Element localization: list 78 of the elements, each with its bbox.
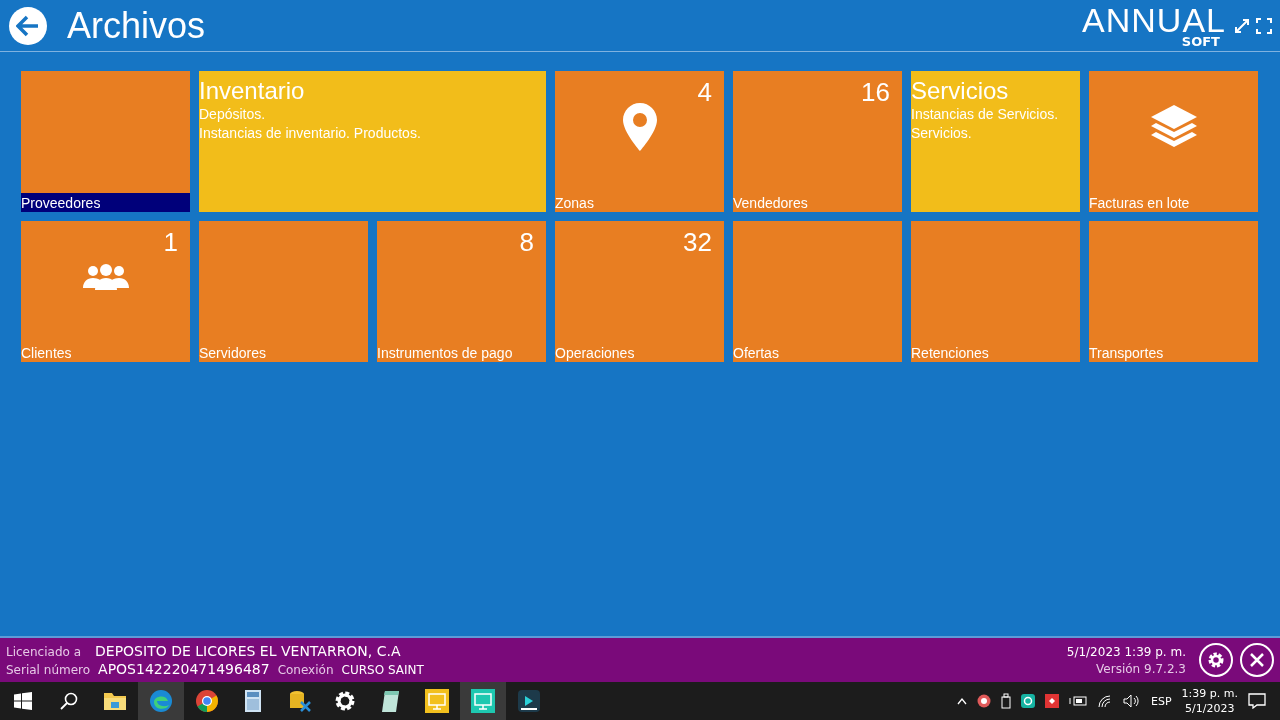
tile-title: Servicios	[911, 77, 1010, 105]
menu-tile[interactable]: Proveedores	[21, 71, 190, 212]
settings-button[interactable]	[1199, 643, 1233, 677]
chrome-browser-icon[interactable]	[196, 690, 218, 712]
licensed-label: Licenciado a	[6, 645, 82, 659]
tile-label: Instrumentos de pago	[377, 344, 514, 362]
back-button[interactable]	[9, 6, 47, 45]
page-title: Archivos	[67, 4, 206, 47]
taskbar-time[interactable]: 1:39 p. m.	[1181, 687, 1238, 700]
database-tools-icon[interactable]	[290, 691, 312, 713]
tile-label: Zonas	[555, 194, 595, 212]
tile-label: Clientes	[21, 344, 73, 362]
tile-label: Facturas en lote	[1089, 194, 1191, 212]
tile-label: Vendedores	[733, 194, 809, 212]
serial-number: APOS142220471496487	[98, 661, 270, 677]
tile-description: Servicios.	[911, 124, 973, 143]
tile-description: Depósitos.	[199, 105, 267, 124]
tile-count: 8	[519, 227, 534, 258]
version: Versión 9.7.2.3	[1096, 661, 1186, 676]
tile-label: Ofertas	[733, 344, 780, 362]
datetime: 5/1/2023 1:39 p. m.	[1066, 644, 1186, 659]
connection-name: CURSO SAINT	[341, 663, 424, 677]
usb-drive-icon[interactable]	[1001, 693, 1012, 709]
notepad-icon[interactable]	[382, 691, 399, 712]
menu-tile[interactable]: Facturas en lote	[1089, 71, 1258, 212]
fullscreen-icon[interactable]	[1256, 17, 1272, 34]
calculator-icon[interactable]	[245, 690, 261, 712]
language-indicator[interactable]: ESP	[1151, 694, 1172, 708]
back-arrow-icon	[16, 14, 40, 37]
tile-label: Transportes	[1089, 344, 1165, 362]
close-icon	[1249, 652, 1265, 668]
info-tile[interactable]: Servicios Instancias de Servicios. Servicios.	[911, 71, 1080, 212]
menu-tile[interactable]: 16 Vendedores	[733, 71, 902, 212]
serial-label: Serial número	[6, 663, 91, 677]
settings-icon[interactable]	[335, 691, 355, 711]
search-icon[interactable]	[60, 692, 78, 710]
location-pin-icon	[622, 103, 657, 151]
users-icon	[82, 264, 129, 290]
chevron-up-icon[interactable]	[957, 697, 968, 705]
info-tile[interactable]: Inventario Depósitos. Instancias de inventario. Productos.	[199, 71, 546, 212]
menu-tile[interactable]: 4 Zonas	[555, 71, 724, 212]
layers-icon	[1150, 105, 1197, 149]
menu-tile[interactable]: 32 Operaciones	[555, 221, 724, 362]
settings-icon	[1207, 651, 1225, 669]
menu-tile[interactable]: Retenciones	[911, 221, 1080, 362]
menu-tile[interactable]: 8 Instrumentos de pago	[377, 221, 546, 362]
tile-label: Proveedores	[21, 193, 190, 212]
resize-icon[interactable]	[1234, 17, 1250, 34]
connection-label: Conexión	[277, 663, 334, 677]
app-tray-icon[interactable]	[1045, 694, 1060, 708]
menu-tile[interactable]: Servidores	[199, 221, 368, 362]
tile-count: 1	[163, 227, 178, 258]
folder-icon[interactable]	[104, 693, 126, 710]
tile-count: 32	[683, 227, 712, 258]
battery-icon[interactable]	[1069, 695, 1088, 707]
logo-text: ANNUAL	[1082, 3, 1226, 37]
taskbar-date[interactable]: 5/1/2023	[1185, 702, 1235, 715]
tile-title: Inventario	[199, 77, 306, 105]
app-tray-icon[interactable]	[1021, 694, 1036, 708]
menu-tile[interactable]: 1 Clientes	[21, 221, 190, 362]
tile-label: Servidores	[199, 344, 267, 362]
tile-label: Operaciones	[555, 344, 636, 362]
licensee-name: DEPOSITO DE LICORES EL VENTARRON, C.A	[95, 643, 401, 659]
tile-count: 4	[697, 77, 712, 108]
tile-label: Retenciones	[911, 344, 990, 362]
speaker-icon[interactable]	[1123, 694, 1142, 708]
menu-tile[interactable]: Ofertas	[733, 221, 902, 362]
close-button[interactable]	[1240, 643, 1274, 677]
notifications-icon[interactable]	[1248, 693, 1266, 709]
windows-start-icon[interactable]	[14, 692, 32, 710]
edge-browser-icon[interactable]	[150, 690, 172, 712]
tile-description: Instancias de inventario. Productos.	[199, 124, 422, 143]
logo-subtext: SOFT	[1181, 35, 1220, 48]
tile-description: Instancias de Servicios.	[911, 105, 1060, 124]
tile-count: 16	[861, 77, 890, 108]
record-icon[interactable]	[977, 694, 992, 708]
menu-tile[interactable]: Transportes	[1089, 221, 1258, 362]
app-icon[interactable]	[518, 690, 540, 712]
